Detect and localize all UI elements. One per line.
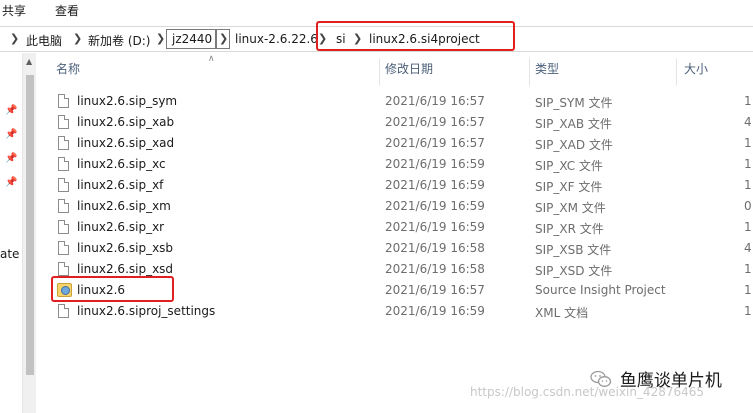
file-type: SIP_XF 文件	[535, 180, 603, 194]
column-header-date[interactable]: 修改日期	[385, 60, 433, 77]
breadcrumb-drive-d[interactable]: 新加卷 (D:)	[88, 32, 150, 49]
breadcrumb-jz2440[interactable]: jz2440	[172, 32, 212, 46]
file-icon	[58, 262, 69, 276]
file-size: 0	[744, 199, 752, 213]
file-icon	[58, 94, 69, 108]
tab-view[interactable]: 查看	[55, 2, 79, 19]
tab-share[interactable]: 共享	[2, 2, 26, 19]
annotation-highlight-project-file	[51, 276, 174, 302]
column-header-type[interactable]: 类型	[535, 60, 559, 77]
file-name: linux2.6.sip_xsd	[77, 262, 174, 276]
blog-url-watermark: https://blog.csdn.net/weixin_42876465	[470, 385, 705, 399]
file-date: 2021/6/19 16:59	[385, 220, 485, 234]
file-type: XML 文档	[535, 306, 589, 320]
file-name: linux2.6.sip_xab	[77, 115, 175, 129]
file-type: SIP_XAB 文件	[535, 117, 612, 131]
file-type: SIP_XSD 文件	[535, 264, 613, 278]
file-size: 1	[744, 262, 752, 276]
file-type: SIP_XM 文件	[535, 201, 606, 215]
pin-icon[interactable]: 📌	[5, 153, 17, 164]
file-row[interactable]: linux2.6.sip_sym 2021/6/19 16:57 SIP_SYM…	[50, 91, 753, 112]
file-type: SIP_XSB 文件	[535, 243, 612, 257]
file-date: 2021/6/19 16:57	[385, 136, 485, 150]
file-date: 2021/6/19 16:59	[385, 199, 485, 213]
file-row[interactable]: linux2.6.sip_xf 2021/6/19 16:59 SIP_XF 文…	[50, 175, 753, 196]
scrollbar-thumb[interactable]	[26, 75, 34, 375]
file-icon	[58, 157, 69, 171]
file-row[interactable]: linux2.6.sip_xad 2021/6/19 16:57 SIP_XAD…	[50, 133, 753, 154]
file-date: 2021/6/19 16:57	[385, 94, 485, 108]
file-row[interactable]: linux2.6.siproj_settings 2021/6/19 16:59…	[50, 301, 753, 322]
scroll-up-icon[interactable]: ▲	[26, 57, 32, 66]
file-size: 1	[744, 283, 752, 297]
file-name: linux2.6.sip_xc	[77, 157, 166, 171]
breadcrumb-linux-2.6.22.6[interactable]: linux-2.6.22.6	[235, 32, 318, 46]
nav-item-partial[interactable]: ate	[0, 247, 19, 261]
file-icon	[58, 136, 69, 150]
file-icon	[58, 199, 69, 213]
column-divider[interactable]	[529, 58, 530, 86]
file-type: SIP_XAD 文件	[535, 138, 613, 152]
file-size: 1	[744, 94, 752, 108]
file-date: 2021/6/19 16:59	[385, 178, 485, 192]
pin-icon[interactable]: 📌	[5, 129, 17, 140]
file-date: 2021/6/19 16:57	[385, 115, 485, 129]
breadcrumb-this-pc[interactable]: 此电脑	[26, 32, 62, 49]
file-icon	[58, 241, 69, 255]
file-type: SIP_XC 文件	[535, 159, 603, 173]
file-icon	[58, 304, 69, 318]
file-row[interactable]: linux2.6.sip_xsb 2021/6/19 16:58 SIP_XSB…	[50, 238, 753, 259]
file-icon	[58, 178, 69, 192]
chevron-right-icon[interactable]: ❯	[219, 32, 228, 45]
column-divider[interactable]	[676, 58, 677, 86]
file-size: 1	[744, 136, 752, 150]
file-row[interactable]: linux2.6.sip_xc 2021/6/19 16:59 SIP_XC 文…	[50, 154, 753, 175]
file-name: linux2.6.sip_xf	[77, 178, 164, 192]
column-header-name[interactable]: 名称	[56, 60, 80, 77]
file-name: linux2.6.sip_xad	[77, 136, 175, 150]
file-name: linux2.6.siproj_settings	[77, 304, 216, 318]
chevron-right-icon[interactable]: ❯	[156, 32, 165, 45]
pin-icon[interactable]: 📌	[5, 177, 17, 188]
nav-scrollbar[interactable]: ▲	[22, 53, 36, 413]
sort-ascending-icon: ∧	[208, 54, 215, 64]
annotation-highlight-path	[316, 21, 515, 51]
file-type: SIP_XR 文件	[535, 222, 604, 236]
file-icon	[58, 220, 69, 234]
chevron-right-icon[interactable]: ❯	[10, 32, 19, 45]
column-header-size[interactable]: 大小	[684, 60, 708, 77]
file-type: SIP_SYM 文件	[535, 96, 613, 110]
file-date: 2021/6/19 16:58	[385, 241, 485, 255]
navigation-pane: 📌 📌 📌 📌	[0, 53, 22, 413]
file-date: 2021/6/19 16:57	[385, 283, 485, 297]
file-size: 1	[744, 178, 752, 192]
file-row[interactable]: linux2.6.sip_xm 2021/6/19 16:59 SIP_XM 文…	[50, 196, 753, 217]
file-name: linux2.6.sip_xr	[77, 220, 165, 234]
file-name: linux2.6.sip_xsb	[77, 241, 174, 255]
file-size: 1	[744, 157, 752, 171]
file-size: 1	[744, 304, 752, 318]
file-date: 2021/6/19 16:59	[385, 157, 485, 171]
column-divider[interactable]	[379, 58, 380, 86]
file-date: 2021/6/19 16:59	[385, 304, 485, 318]
file-type: Source Insight Project	[535, 283, 666, 297]
chevron-right-icon[interactable]: ❯	[73, 32, 82, 45]
file-name: linux2.6.sip_sym	[77, 94, 178, 108]
file-row[interactable]: linux2.6.sip_xab 2021/6/19 16:57 SIP_XAB…	[50, 112, 753, 133]
ribbon: 共享 查看	[0, 0, 753, 22]
file-date: 2021/6/19 16:58	[385, 262, 485, 276]
file-size: 4	[744, 241, 752, 255]
file-icon	[58, 115, 69, 129]
file-size: 1	[744, 220, 752, 234]
file-name: linux2.6.sip_xm	[77, 199, 171, 213]
file-row[interactable]: linux2.6.sip_xr 2021/6/19 16:59 SIP_XR 文…	[50, 217, 753, 238]
pin-icon[interactable]: 📌	[5, 105, 17, 116]
file-size: 4	[744, 115, 752, 129]
